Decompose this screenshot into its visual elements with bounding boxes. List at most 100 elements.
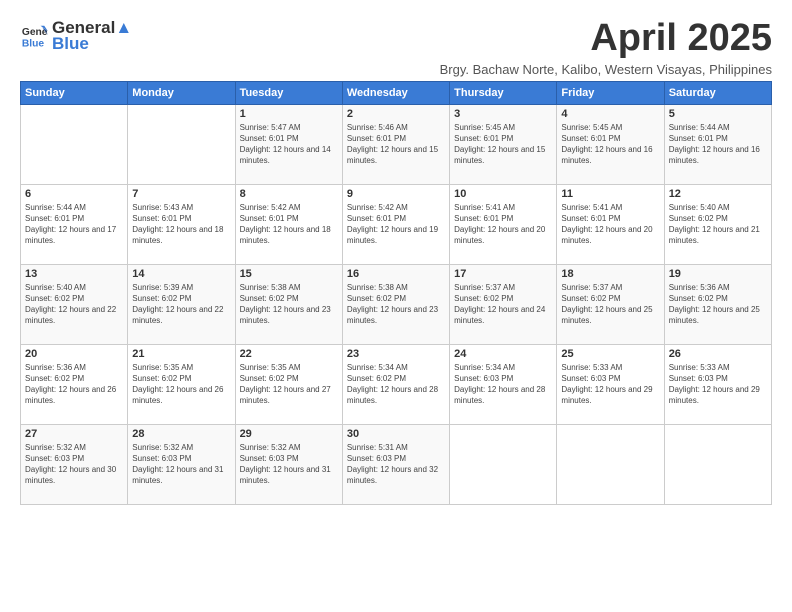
day-info: Sunrise: 5:35 AMSunset: 6:02 PMDaylight:… (132, 363, 223, 406)
calendar-cell: 16 Sunrise: 5:38 AMSunset: 6:02 PMDaylig… (342, 264, 449, 344)
calendar-cell: 2 Sunrise: 5:46 AMSunset: 6:01 PMDayligh… (342, 104, 449, 184)
calendar-table: SundayMondayTuesdayWednesdayThursdayFrid… (20, 81, 772, 505)
header-row: SundayMondayTuesdayWednesdayThursdayFrid… (21, 81, 772, 104)
calendar-cell: 11 Sunrise: 5:41 AMSunset: 6:01 PMDaylig… (557, 184, 664, 264)
day-info: Sunrise: 5:43 AMSunset: 6:01 PMDaylight:… (132, 203, 223, 246)
day-info: Sunrise: 5:32 AMSunset: 6:03 PMDaylight:… (240, 443, 331, 486)
calendar-cell: 24 Sunrise: 5:34 AMSunset: 6:03 PMDaylig… (450, 344, 557, 424)
calendar-cell: 22 Sunrise: 5:35 AMSunset: 6:02 PMDaylig… (235, 344, 342, 424)
calendar-cell (557, 424, 664, 504)
header-cell-saturday: Saturday (664, 81, 771, 104)
day-info: Sunrise: 5:40 AMSunset: 6:02 PMDaylight:… (669, 203, 760, 246)
day-number: 24 (454, 348, 552, 360)
day-number: 28 (132, 428, 230, 440)
header: General Blue General ▲ Blue April 2025 B… (20, 18, 772, 77)
calendar-cell: 1 Sunrise: 5:47 AMSunset: 6:01 PMDayligh… (235, 104, 342, 184)
day-info: Sunrise: 5:34 AMSunset: 6:02 PMDaylight:… (347, 363, 438, 406)
day-number: 10 (454, 188, 552, 200)
day-info: Sunrise: 5:42 AMSunset: 6:01 PMDaylight:… (240, 203, 331, 246)
day-info: Sunrise: 5:42 AMSunset: 6:01 PMDaylight:… (347, 203, 438, 246)
calendar-cell: 20 Sunrise: 5:36 AMSunset: 6:02 PMDaylig… (21, 344, 128, 424)
calendar-cell: 8 Sunrise: 5:42 AMSunset: 6:01 PMDayligh… (235, 184, 342, 264)
svg-text:Blue: Blue (22, 38, 45, 49)
day-info: Sunrise: 5:38 AMSunset: 6:02 PMDaylight:… (347, 283, 438, 326)
day-number: 15 (240, 268, 338, 280)
day-number: 16 (347, 268, 445, 280)
day-number: 18 (561, 268, 659, 280)
day-info: Sunrise: 5:39 AMSunset: 6:02 PMDaylight:… (132, 283, 223, 326)
day-info: Sunrise: 5:45 AMSunset: 6:01 PMDaylight:… (454, 123, 545, 166)
week-row-1: 1 Sunrise: 5:47 AMSunset: 6:01 PMDayligh… (21, 104, 772, 184)
day-number: 27 (25, 428, 123, 440)
calendar-cell: 14 Sunrise: 5:39 AMSunset: 6:02 PMDaylig… (128, 264, 235, 344)
calendar-cell: 15 Sunrise: 5:38 AMSunset: 6:02 PMDaylig… (235, 264, 342, 344)
calendar-cell: 21 Sunrise: 5:35 AMSunset: 6:02 PMDaylig… (128, 344, 235, 424)
day-number: 22 (240, 348, 338, 360)
calendar-cell: 5 Sunrise: 5:44 AMSunset: 6:01 PMDayligh… (664, 104, 771, 184)
header-cell-sunday: Sunday (21, 81, 128, 104)
calendar-cell: 6 Sunrise: 5:44 AMSunset: 6:01 PMDayligh… (21, 184, 128, 264)
week-row-4: 20 Sunrise: 5:36 AMSunset: 6:02 PMDaylig… (21, 344, 772, 424)
calendar-cell: 28 Sunrise: 5:32 AMSunset: 6:03 PMDaylig… (128, 424, 235, 504)
day-info: Sunrise: 5:33 AMSunset: 6:03 PMDaylight:… (669, 363, 760, 406)
header-cell-wednesday: Wednesday (342, 81, 449, 104)
day-number: 3 (454, 108, 552, 120)
day-number: 30 (347, 428, 445, 440)
day-info: Sunrise: 5:33 AMSunset: 6:03 PMDaylight:… (561, 363, 652, 406)
day-number: 6 (25, 188, 123, 200)
week-row-2: 6 Sunrise: 5:44 AMSunset: 6:01 PMDayligh… (21, 184, 772, 264)
calendar-cell: 25 Sunrise: 5:33 AMSunset: 6:03 PMDaylig… (557, 344, 664, 424)
svg-text:General: General (22, 27, 48, 38)
day-info: Sunrise: 5:47 AMSunset: 6:01 PMDaylight:… (240, 123, 331, 166)
calendar-cell (664, 424, 771, 504)
calendar-cell (128, 104, 235, 184)
calendar-cell: 23 Sunrise: 5:34 AMSunset: 6:02 PMDaylig… (342, 344, 449, 424)
day-info: Sunrise: 5:38 AMSunset: 6:02 PMDaylight:… (240, 283, 331, 326)
day-number: 11 (561, 188, 659, 200)
month-year: April 2025 (440, 18, 772, 60)
calendar-cell (450, 424, 557, 504)
header-cell-monday: Monday (128, 81, 235, 104)
day-info: Sunrise: 5:37 AMSunset: 6:02 PMDaylight:… (454, 283, 545, 326)
day-number: 8 (240, 188, 338, 200)
day-number: 7 (132, 188, 230, 200)
title-block: April 2025 Brgy. Bachaw Norte, Kalibo, W… (440, 18, 772, 77)
day-info: Sunrise: 5:41 AMSunset: 6:01 PMDaylight:… (561, 203, 652, 246)
day-info: Sunrise: 5:37 AMSunset: 6:02 PMDaylight:… (561, 283, 652, 326)
day-info: Sunrise: 5:45 AMSunset: 6:01 PMDaylight:… (561, 123, 652, 166)
calendar-cell: 4 Sunrise: 5:45 AMSunset: 6:01 PMDayligh… (557, 104, 664, 184)
calendar-cell: 18 Sunrise: 5:37 AMSunset: 6:02 PMDaylig… (557, 264, 664, 344)
calendar-cell: 12 Sunrise: 5:40 AMSunset: 6:02 PMDaylig… (664, 184, 771, 264)
day-number: 4 (561, 108, 659, 120)
day-number: 23 (347, 348, 445, 360)
day-number: 21 (132, 348, 230, 360)
calendar-cell: 26 Sunrise: 5:33 AMSunset: 6:03 PMDaylig… (664, 344, 771, 424)
day-number: 9 (347, 188, 445, 200)
subtitle: Brgy. Bachaw Norte, Kalibo, Western Visa… (440, 62, 772, 77)
day-number: 2 (347, 108, 445, 120)
day-number: 12 (669, 188, 767, 200)
day-number: 25 (561, 348, 659, 360)
calendar-cell: 17 Sunrise: 5:37 AMSunset: 6:02 PMDaylig… (450, 264, 557, 344)
week-row-5: 27 Sunrise: 5:32 AMSunset: 6:03 PMDaylig… (21, 424, 772, 504)
day-number: 20 (25, 348, 123, 360)
calendar-cell: 19 Sunrise: 5:36 AMSunset: 6:02 PMDaylig… (664, 264, 771, 344)
day-info: Sunrise: 5:44 AMSunset: 6:01 PMDaylight:… (25, 203, 116, 246)
calendar-cell: 27 Sunrise: 5:32 AMSunset: 6:03 PMDaylig… (21, 424, 128, 504)
day-number: 14 (132, 268, 230, 280)
day-number: 17 (454, 268, 552, 280)
day-info: Sunrise: 5:35 AMSunset: 6:02 PMDaylight:… (240, 363, 331, 406)
calendar-body: 1 Sunrise: 5:47 AMSunset: 6:01 PMDayligh… (21, 104, 772, 504)
day-number: 5 (669, 108, 767, 120)
day-info: Sunrise: 5:41 AMSunset: 6:01 PMDaylight:… (454, 203, 545, 246)
day-info: Sunrise: 5:40 AMSunset: 6:02 PMDaylight:… (25, 283, 116, 326)
logo-icon: General Blue (20, 22, 48, 50)
day-number: 1 (240, 108, 338, 120)
calendar-header: SundayMondayTuesdayWednesdayThursdayFrid… (21, 81, 772, 104)
logo: General Blue General ▲ Blue (20, 18, 132, 54)
week-row-3: 13 Sunrise: 5:40 AMSunset: 6:02 PMDaylig… (21, 264, 772, 344)
day-number: 26 (669, 348, 767, 360)
header-cell-thursday: Thursday (450, 81, 557, 104)
calendar-cell: 9 Sunrise: 5:42 AMSunset: 6:01 PMDayligh… (342, 184, 449, 264)
calendar-cell (21, 104, 128, 184)
